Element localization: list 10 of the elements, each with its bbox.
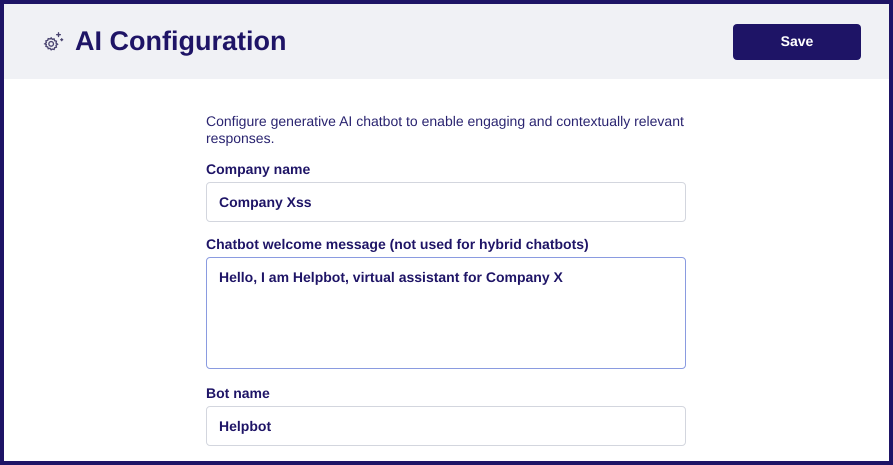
text-input-field[interactable]: Company Xss: [206, 182, 686, 222]
field-label: Bot name: [206, 385, 271, 402]
field-label: Chatbot welcome message (not used for hybrid chatbots): [206, 236, 590, 253]
page-title: AI Configuration: [75, 25, 286, 58]
save-button[interactable]: Save: [733, 24, 861, 60]
description-text: Configure generative AI chatbot to enable engaging and contextually relevant responses.: [206, 113, 685, 147]
welcome-message-field[interactable]: Hello, I am Helpbot, virtual assistant for Company X: [206, 257, 686, 369]
gear-sparkle-icon: [42, 30, 64, 52]
field-label: Company name: [206, 161, 312, 178]
text-input-field[interactable]: Helpbot: [206, 406, 686, 446]
